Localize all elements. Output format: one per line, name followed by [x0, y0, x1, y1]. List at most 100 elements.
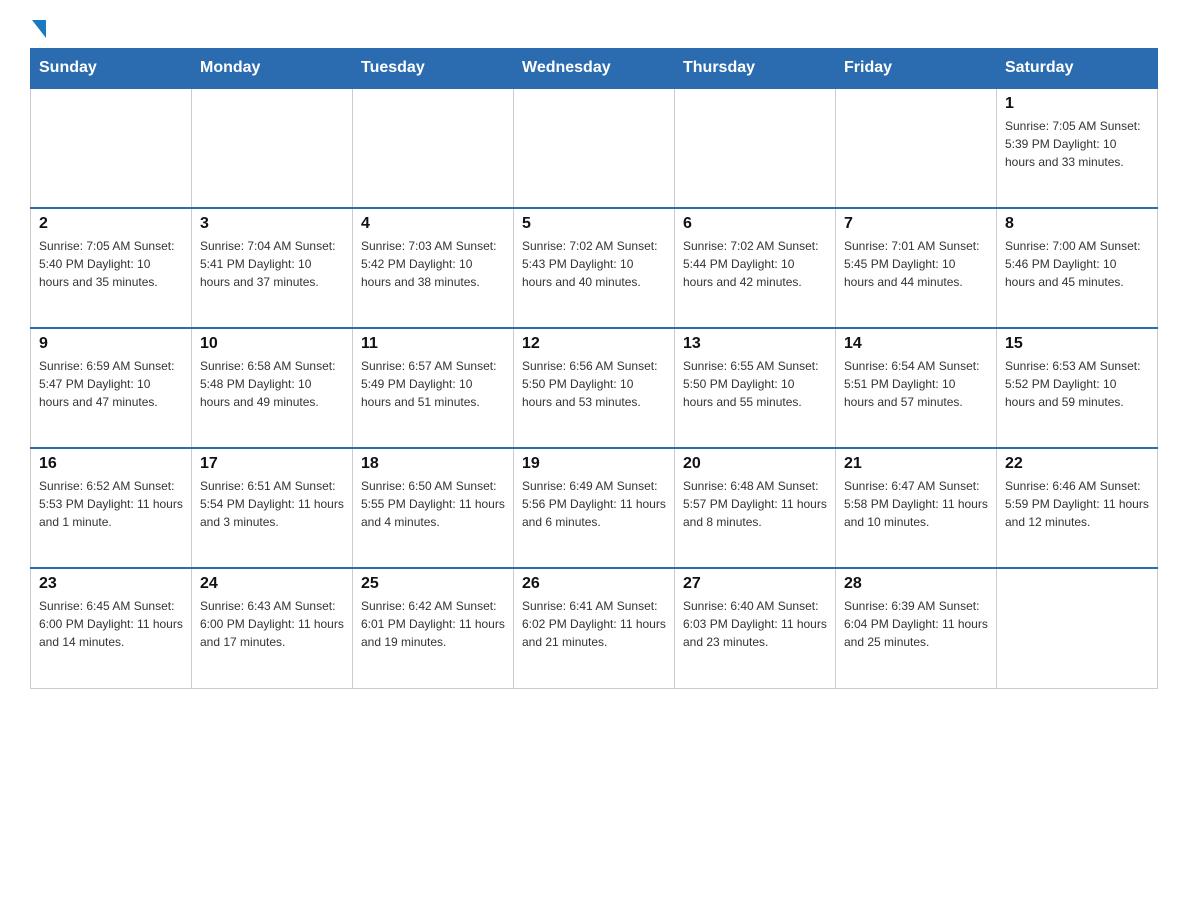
day-info: Sunrise: 6:58 AM Sunset: 5:48 PM Dayligh… [200, 357, 344, 411]
day-info: Sunrise: 7:03 AM Sunset: 5:42 PM Dayligh… [361, 237, 505, 291]
day-number: 7 [844, 215, 988, 233]
calendar-cell [675, 88, 836, 208]
calendar-cell: 9 Sunrise: 6:59 AM Sunset: 5:47 PM Daylig… [31, 328, 192, 448]
day-info: Sunrise: 6:46 AM Sunset: 5:59 PM Dayligh… [1005, 477, 1149, 531]
day-info: Sunrise: 7:02 AM Sunset: 5:44 PM Dayligh… [683, 237, 827, 291]
page-header [30, 20, 1158, 38]
day-number: 4 [361, 215, 505, 233]
day-info: Sunrise: 7:05 AM Sunset: 5:40 PM Dayligh… [39, 237, 183, 291]
day-number: 27 [683, 575, 827, 593]
calendar-cell: 6Sunrise: 7:02 AM Sunset: 5:44 PM Daylig… [675, 208, 836, 328]
calendar-cell [836, 88, 997, 208]
day-number: 24 [200, 575, 344, 593]
calendar-cell [31, 88, 192, 208]
day-number: 21 [844, 455, 988, 473]
calendar-header-wednesday: Wednesday [514, 49, 675, 89]
day-info: Sunrise: 6:56 AM Sunset: 5:50 PM Dayligh… [522, 357, 666, 411]
day-info: Sunrise: 6:50 AM Sunset: 5:55 PM Dayligh… [361, 477, 505, 531]
day-info: Sunrise: 6:52 AM Sunset: 5:53 PM Dayligh… [39, 477, 183, 531]
day-info: Sunrise: 6:40 AM Sunset: 6:03 PM Dayligh… [683, 597, 827, 651]
day-number: 8 [1005, 215, 1149, 233]
day-number: 20 [683, 455, 827, 473]
calendar-week-2: 2 Sunrise: 7:05 AM Sunset: 5:40 PM Daylig… [31, 208, 1158, 328]
calendar-cell: 20 Sunrise: 6:48 AM Sunset: 5:57 PM Dayli… [675, 448, 836, 568]
calendar-cell: 28 Sunrise: 6:39 AM Sunset: 6:04 PM Dayli… [836, 568, 997, 688]
calendar-cell: 22 Sunrise: 6:46 AM Sunset: 5:59 PM Dayli… [997, 448, 1158, 568]
calendar-cell: 1 Sunrise: 7:05 AM Sunset: 5:39 PM Daylig… [997, 88, 1158, 208]
day-number: 15 [1005, 335, 1149, 353]
calendar-cell: 18 Sunrise: 6:50 AM Sunset: 5:55 PM Dayli… [353, 448, 514, 568]
day-number: 1 [1005, 95, 1149, 113]
day-info: Sunrise: 6:45 AM Sunset: 6:00 PM Dayligh… [39, 597, 183, 651]
calendar-cell: 10 Sunrise: 6:58 AM Sunset: 5:48 PM Dayli… [192, 328, 353, 448]
calendar-header-monday: Monday [192, 49, 353, 89]
calendar-cell: 13 Sunrise: 6:55 AM Sunset: 5:50 PM Dayli… [675, 328, 836, 448]
calendar-cell: 26 Sunrise: 6:41 AM Sunset: 6:02 PM Dayli… [514, 568, 675, 688]
day-info: Sunrise: 6:43 AM Sunset: 6:00 PM Dayligh… [200, 597, 344, 651]
day-number: 2 [39, 215, 183, 233]
calendar-header-thursday: Thursday [675, 49, 836, 89]
calendar-cell: 3 Sunrise: 7:04 AM Sunset: 5:41 PM Daylig… [192, 208, 353, 328]
day-number: 19 [522, 455, 666, 473]
calendar-cell [514, 88, 675, 208]
calendar-week-1: 1 Sunrise: 7:05 AM Sunset: 5:39 PM Daylig… [31, 88, 1158, 208]
calendar-header-friday: Friday [836, 49, 997, 89]
day-info: Sunrise: 6:54 AM Sunset: 5:51 PM Dayligh… [844, 357, 988, 411]
calendar-cell: 12Sunrise: 6:56 AM Sunset: 5:50 PM Dayli… [514, 328, 675, 448]
day-number: 22 [1005, 455, 1149, 473]
calendar-header-tuesday: Tuesday [353, 49, 514, 89]
day-number: 11 [361, 335, 505, 353]
day-number: 13 [683, 335, 827, 353]
logo-arrow-icon [32, 20, 46, 38]
day-number: 14 [844, 335, 988, 353]
calendar-cell: 16Sunrise: 6:52 AM Sunset: 5:53 PM Dayli… [31, 448, 192, 568]
day-info: Sunrise: 7:04 AM Sunset: 5:41 PM Dayligh… [200, 237, 344, 291]
calendar-cell: 7 Sunrise: 7:01 AM Sunset: 5:45 PM Daylig… [836, 208, 997, 328]
day-info: Sunrise: 6:53 AM Sunset: 5:52 PM Dayligh… [1005, 357, 1149, 411]
day-info: Sunrise: 6:39 AM Sunset: 6:04 PM Dayligh… [844, 597, 988, 651]
calendar-cell: 5 Sunrise: 7:02 AM Sunset: 5:43 PM Daylig… [514, 208, 675, 328]
day-info: Sunrise: 6:55 AM Sunset: 5:50 PM Dayligh… [683, 357, 827, 411]
calendar-cell [997, 568, 1158, 688]
day-number: 3 [200, 215, 344, 233]
day-info: Sunrise: 6:51 AM Sunset: 5:54 PM Dayligh… [200, 477, 344, 531]
calendar-cell: 24 Sunrise: 6:43 AM Sunset: 6:00 PM Dayli… [192, 568, 353, 688]
day-info: Sunrise: 6:48 AM Sunset: 5:57 PM Dayligh… [683, 477, 827, 531]
day-info: Sunrise: 7:05 AM Sunset: 5:39 PM Dayligh… [1005, 117, 1149, 171]
day-number: 18 [361, 455, 505, 473]
day-info: Sunrise: 6:42 AM Sunset: 6:01 PM Dayligh… [361, 597, 505, 651]
calendar-cell: 19Sunrise: 6:49 AM Sunset: 5:56 PM Dayli… [514, 448, 675, 568]
day-info: Sunrise: 7:01 AM Sunset: 5:45 PM Dayligh… [844, 237, 988, 291]
day-info: Sunrise: 6:47 AM Sunset: 5:58 PM Dayligh… [844, 477, 988, 531]
calendar-cell: 27 Sunrise: 6:40 AM Sunset: 6:03 PM Dayli… [675, 568, 836, 688]
day-info: Sunrise: 7:00 AM Sunset: 5:46 PM Dayligh… [1005, 237, 1149, 291]
day-info: Sunrise: 7:02 AM Sunset: 5:43 PM Dayligh… [522, 237, 666, 291]
day-number: 23 [39, 575, 183, 593]
day-number: 17 [200, 455, 344, 473]
calendar-cell: 21 Sunrise: 6:47 AM Sunset: 5:58 PM Dayli… [836, 448, 997, 568]
logo [30, 20, 48, 38]
calendar-cell: 11 Sunrise: 6:57 AM Sunset: 5:49 PM Dayli… [353, 328, 514, 448]
calendar-cell [192, 88, 353, 208]
day-number: 10 [200, 335, 344, 353]
calendar-cell: 4 Sunrise: 7:03 AM Sunset: 5:42 PM Daylig… [353, 208, 514, 328]
day-info: Sunrise: 6:57 AM Sunset: 5:49 PM Dayligh… [361, 357, 505, 411]
day-info: Sunrise: 6:59 AM Sunset: 5:47 PM Dayligh… [39, 357, 183, 411]
calendar-cell: 25 Sunrise: 6:42 AM Sunset: 6:01 PM Dayli… [353, 568, 514, 688]
calendar-cell: 15 Sunrise: 6:53 AM Sunset: 5:52 PM Dayli… [997, 328, 1158, 448]
calendar-cell: 2 Sunrise: 7:05 AM Sunset: 5:40 PM Daylig… [31, 208, 192, 328]
calendar-cell: 8 Sunrise: 7:00 AM Sunset: 5:46 PM Daylig… [997, 208, 1158, 328]
day-number: 9 [39, 335, 183, 353]
calendar-table: SundayMondayTuesdayWednesdayThursdayFrid… [30, 48, 1158, 689]
day-number: 25 [361, 575, 505, 593]
calendar-cell [353, 88, 514, 208]
calendar-cell: 17 Sunrise: 6:51 AM Sunset: 5:54 PM Dayli… [192, 448, 353, 568]
day-number: 28 [844, 575, 988, 593]
day-number: 26 [522, 575, 666, 593]
calendar-cell: 14 Sunrise: 6:54 AM Sunset: 5:51 PM Dayli… [836, 328, 997, 448]
calendar-week-3: 9 Sunrise: 6:59 AM Sunset: 5:47 PM Daylig… [31, 328, 1158, 448]
day-info: Sunrise: 6:41 AM Sunset: 6:02 PM Dayligh… [522, 597, 666, 651]
calendar-week-5: 23 Sunrise: 6:45 AM Sunset: 6:00 PM Dayli… [31, 568, 1158, 688]
calendar-cell: 23 Sunrise: 6:45 AM Sunset: 6:00 PM Dayli… [31, 568, 192, 688]
day-number: 5 [522, 215, 666, 233]
